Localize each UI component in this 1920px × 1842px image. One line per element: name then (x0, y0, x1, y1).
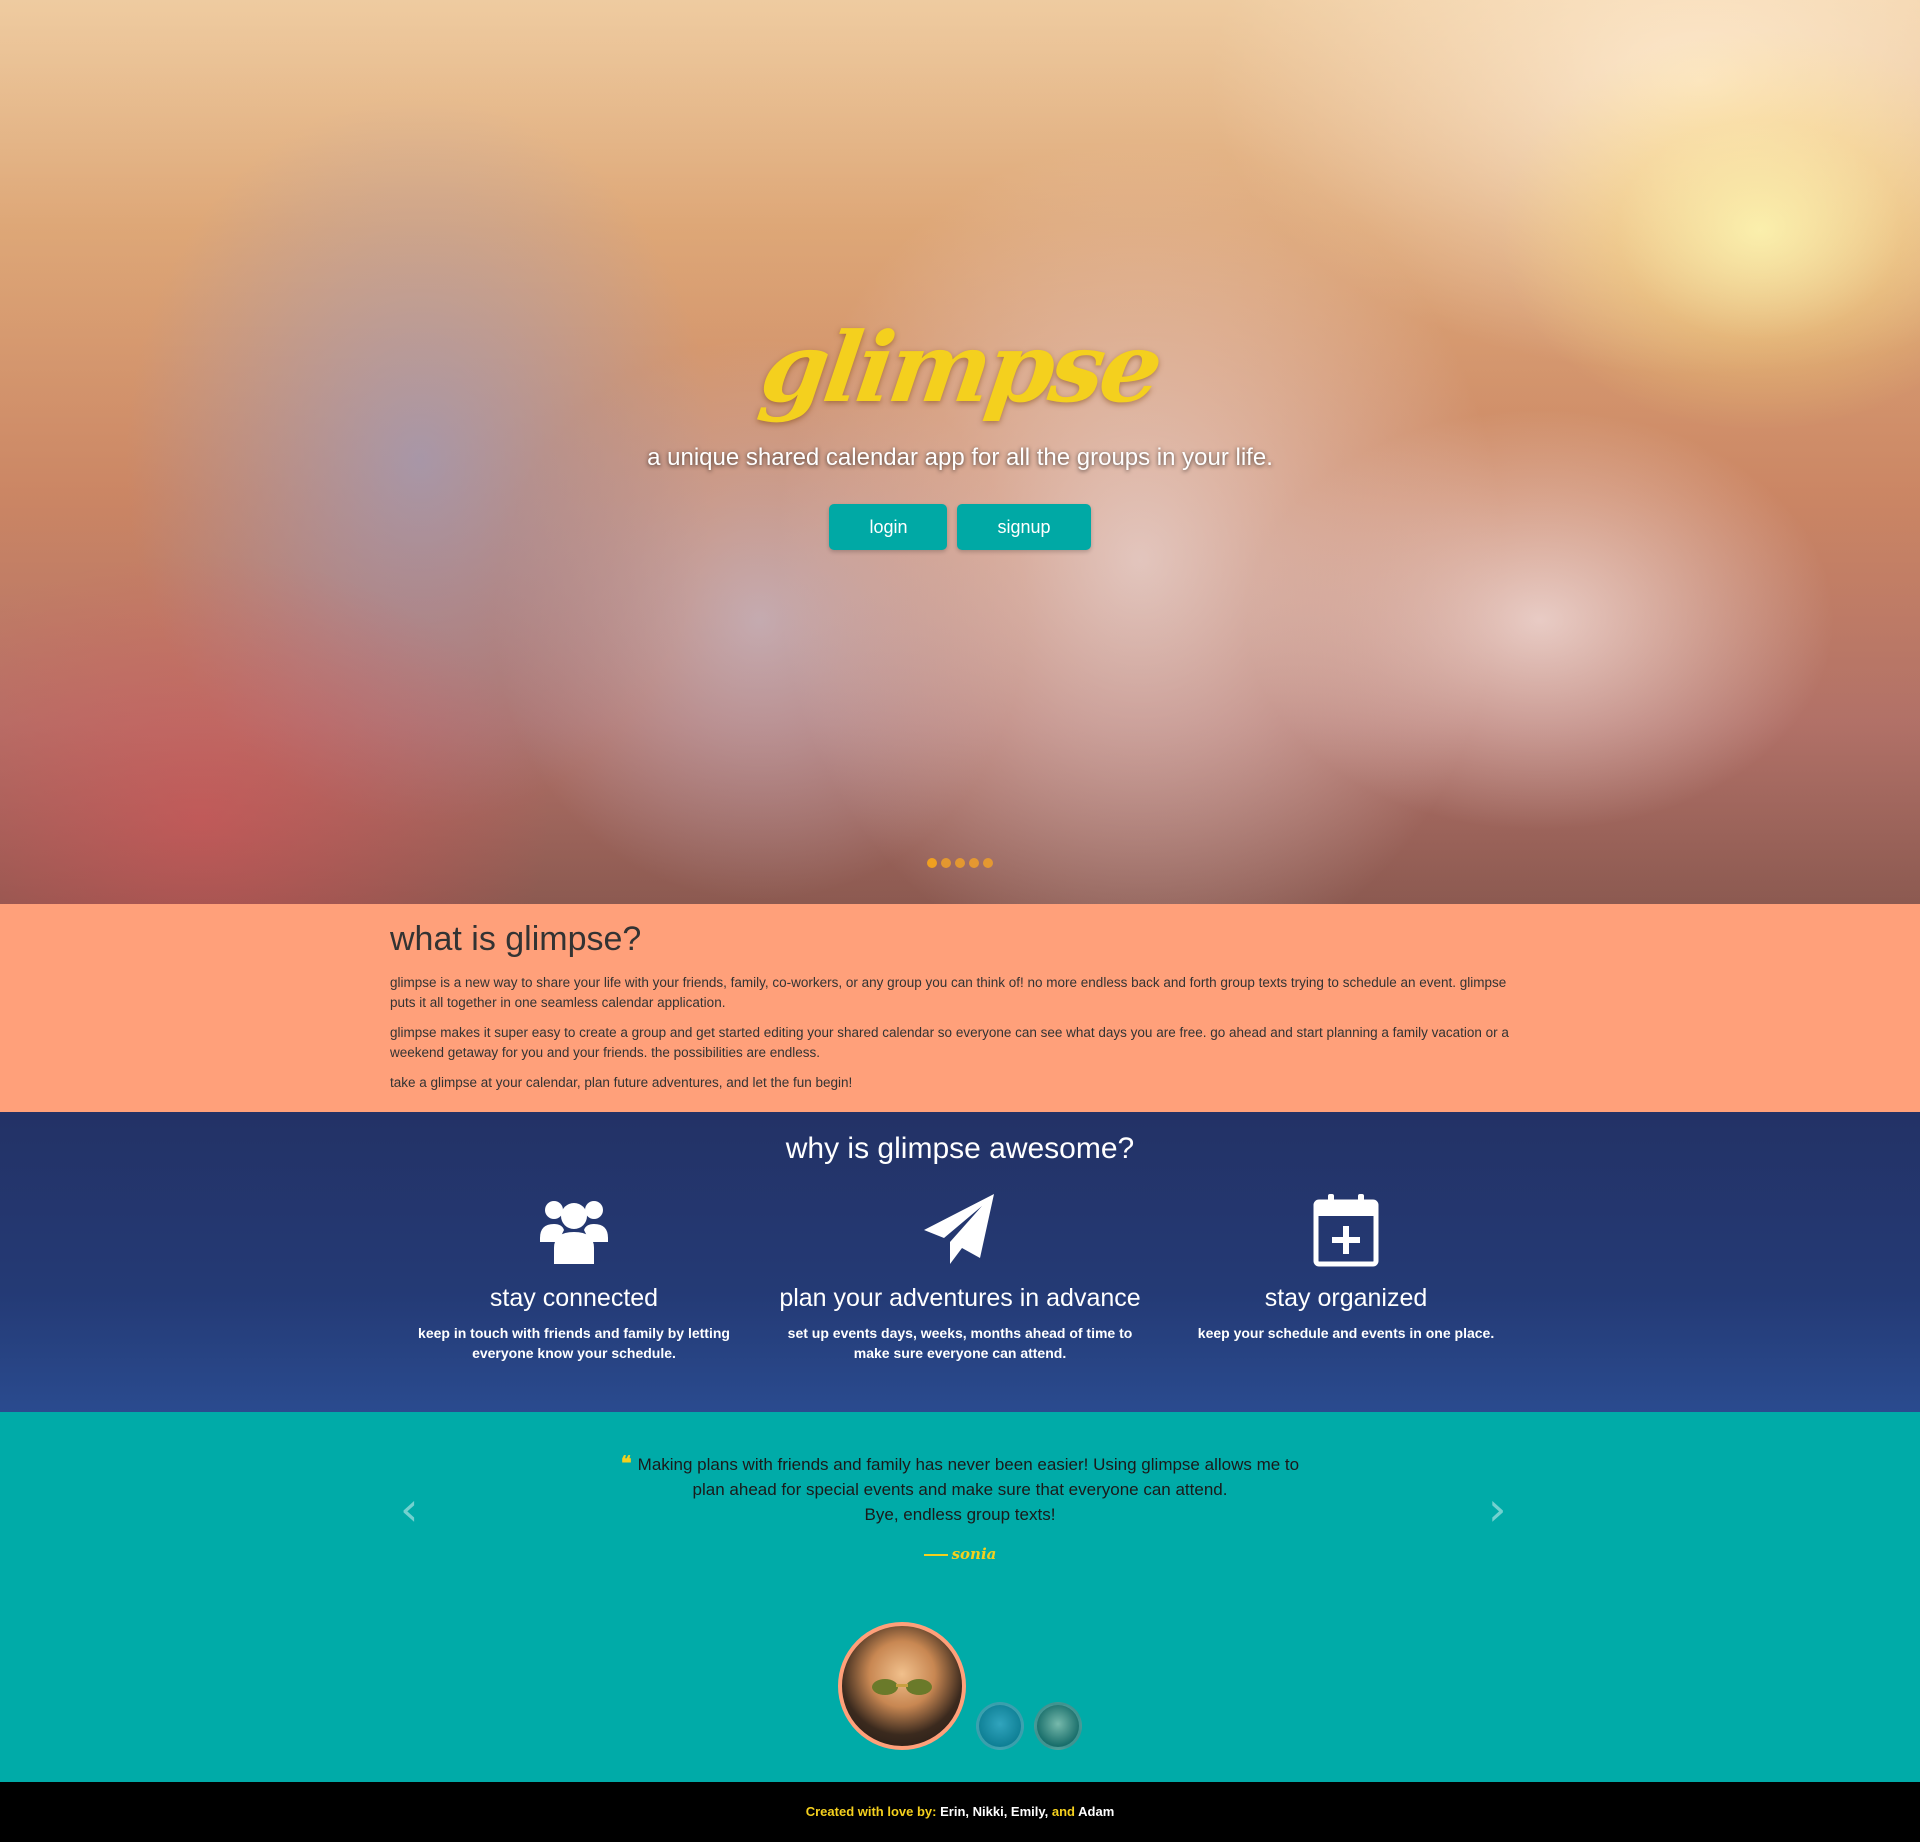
what-paragraph: take a glimpse at your calendar, plan fu… (390, 1075, 853, 1090)
feature-title: stay connected (489, 1284, 659, 1312)
footer-and: and (1051, 1804, 1075, 1819)
footer-prefix: Created with love by: (805, 1804, 937, 1819)
what-paragraph: glimpse is a new way to share your life … (390, 975, 1507, 1010)
avatar-active[interactable] (838, 1622, 966, 1750)
testimonial-quote: ❝ Making plans with friends and family ha… (0, 1412, 1920, 1527)
footer-names: Adam (1078, 1804, 1115, 1819)
what-title: what is glimpse? (390, 920, 642, 958)
carousel-dot[interactable] (969, 858, 979, 868)
quote-icon: ❝ (620, 1453, 632, 1475)
feature-plan-adventures: plan your adventures in advance set up e… (767, 1192, 1153, 1363)
what-section: what is glimpse? glimpse is a new way to… (0, 904, 1920, 1112)
hero-tagline: a unique shared calendar app for all the… (647, 444, 1273, 471)
feature-stay-organized: stay organized keep your schedule and ev… (1153, 1192, 1539, 1363)
features-row: stay connected keep in touch with friend… (0, 1192, 1920, 1363)
feature-text: keep your schedule and events in one pla… (1197, 1325, 1495, 1341)
why-title: why is glimpse awesome? (785, 1132, 1135, 1165)
signup-button[interactable]: signup (957, 504, 1091, 550)
author-name: sonia (951, 1545, 997, 1563)
why-section: why is glimpse awesome? stay connected k… (0, 1112, 1920, 1412)
feature-stay-connected: stay connected keep in touch with friend… (381, 1192, 767, 1363)
quote-line: Bye, endless group texts! (864, 1505, 1056, 1524)
prev-testimonial-arrow[interactable]: ‹ (400, 1482, 418, 1536)
users-icon (540, 1201, 608, 1264)
author-dash (923, 1554, 948, 1556)
testimonial-author: sonia (0, 1545, 1920, 1563)
footer-names: Erin, Nikki, Emily, (940, 1804, 1049, 1819)
carousel-dot[interactable] (955, 858, 965, 868)
login-button[interactable]: login (829, 504, 948, 550)
carousel-dot[interactable] (941, 858, 951, 868)
hero-content: glimpse a unique shared calendar app for… (0, 311, 1920, 550)
testimonial-avatars (0, 1622, 1920, 1750)
what-paragraph: glimpse makes it super easy to create a … (390, 1025, 1509, 1060)
feature-title: plan your adventures in advance (779, 1284, 1141, 1312)
testimonial-section: ‹ › ❝ Making plans with friends and famil… (0, 1412, 1920, 1782)
calendar-plus-icon (1313, 1194, 1379, 1267)
avatar[interactable] (976, 1702, 1024, 1750)
hero-buttons: login signup (0, 504, 1920, 550)
quote-line: Making plans with friends and family has… (637, 1455, 1300, 1474)
feature-text: set up events days, weeks, months ahead … (787, 1325, 1133, 1361)
carousel-indicators (0, 858, 1920, 868)
sunglasses-icon (872, 1679, 932, 1695)
hero-section: glimpse a unique shared calendar app for… (0, 0, 1920, 904)
quote-line: plan ahead for special events and make s… (692, 1480, 1228, 1499)
feature-text: keep in touch with friends and family by… (418, 1325, 730, 1361)
carousel-dot[interactable] (983, 858, 993, 868)
next-testimonial-arrow[interactable]: › (1488, 1482, 1506, 1536)
avatar[interactable] (1034, 1702, 1082, 1750)
footer: Created with love by: Erin, Nikki, Emily… (0, 1782, 1920, 1842)
feature-title: stay organized (1264, 1284, 1428, 1312)
paper-plane-icon (924, 1194, 994, 1264)
glimpse-logo: glimpse (754, 311, 1166, 424)
carousel-dot[interactable] (927, 858, 937, 868)
